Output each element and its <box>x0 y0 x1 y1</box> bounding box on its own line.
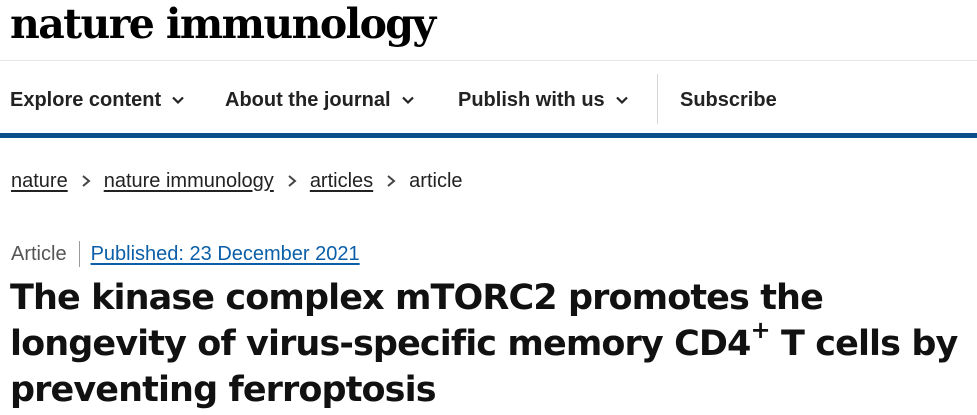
nav-about-the-journal-label: About the journal <box>225 88 391 111</box>
chevron-down-icon <box>171 93 185 107</box>
journal-logo[interactable]: nature immunology <box>10 0 436 48</box>
chevron-right-icon <box>80 174 92 188</box>
nav-publish-with-us-label: Publish with us <box>458 88 605 111</box>
nav-about-the-journal[interactable]: About the journal <box>225 72 415 128</box>
published-date-link[interactable]: Published: 23 December 2021 <box>91 243 360 266</box>
article-type: Article <box>11 241 80 267</box>
article-meta: Article Published: 23 December 2021 <box>11 239 360 269</box>
nav-explore-content-label: Explore content <box>10 88 162 111</box>
nav-divider <box>657 74 658 124</box>
breadcrumb: nature nature immunology articles articl… <box>11 166 463 196</box>
chevron-right-icon <box>385 174 397 188</box>
chevron-down-icon <box>615 93 629 107</box>
breadcrumb-nature[interactable]: nature <box>11 170 68 193</box>
nav-publish-with-us[interactable]: Publish with us <box>458 72 629 128</box>
article-title-superscript: + <box>750 316 771 345</box>
nav-explore-content[interactable]: Explore content <box>10 72 185 128</box>
main-nav: Explore content About the journal Publis… <box>0 72 977 128</box>
subscribe-link[interactable]: Subscribe <box>680 72 777 128</box>
breadcrumb-articles[interactable]: articles <box>310 170 373 193</box>
subscribe-label: Subscribe <box>680 88 777 111</box>
breadcrumb-nature-immunology[interactable]: nature immunology <box>104 170 274 193</box>
accent-rule <box>0 133 977 138</box>
chevron-down-icon <box>401 93 415 107</box>
breadcrumb-current: article <box>409 169 463 192</box>
header-divider <box>0 60 977 61</box>
article-title: The kinase complex mTORC2 promotes the l… <box>10 275 975 413</box>
article-title-part1: The kinase complex mTORC2 promotes the l… <box>10 278 824 364</box>
chevron-right-icon <box>286 174 298 188</box>
